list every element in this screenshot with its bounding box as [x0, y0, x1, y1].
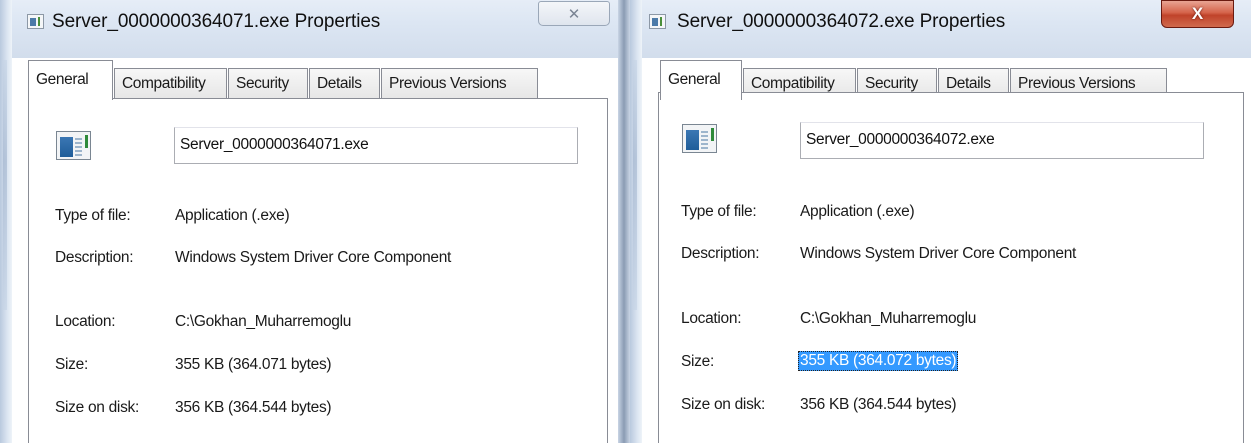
- description-label: Description:: [55, 249, 134, 266]
- application-exe-icon: [682, 124, 717, 153]
- type-of-file-label: Type of file:: [55, 207, 131, 224]
- size-label: Size:: [681, 353, 714, 370]
- size-on-disk-value[interactable]: 356 KB (364.544 bytes): [175, 399, 332, 417]
- separator: [55, 436, 575, 437]
- file-name-field[interactable]: Server_0000000364072.exe: [800, 122, 1204, 159]
- type-of-file-label: Type of file:: [681, 203, 757, 220]
- close-icon: X: [1191, 4, 1204, 23]
- location-label: Location:: [681, 310, 742, 327]
- tab-details[interactable]: Details: [309, 68, 380, 99]
- tab-general[interactable]: General: [660, 60, 742, 100]
- application-icon: [649, 14, 666, 29]
- tab-general[interactable]: General: [28, 60, 113, 100]
- separator: [680, 285, 1202, 286]
- window-frame-edge: [630, 0, 642, 443]
- location-value: C:\Gokhan_Muharremoglu: [175, 313, 352, 330]
- size-value-selected[interactable]: 355 KB (364.072 bytes): [798, 351, 959, 371]
- size-value[interactable]: 355 KB (364.071 bytes): [175, 356, 332, 374]
- type-of-file-value: Application (.exe): [175, 207, 290, 224]
- size-label: Size:: [55, 356, 88, 373]
- window-gap: [618, 0, 630, 443]
- properties-dialog-1: Server_0000000364071.exe Properties ✕ Ge…: [0, 0, 618, 443]
- tab-previous-versions[interactable]: Previous Versions: [381, 68, 538, 99]
- description-value: Windows System Driver Core Component: [175, 249, 452, 266]
- location-value: C:\Gokhan_Muharremoglu: [800, 310, 977, 327]
- window-title: Server_0000000364072.exe Properties: [677, 11, 1006, 32]
- close-button[interactable]: X: [1161, 0, 1234, 28]
- description-label: Description:: [681, 245, 760, 262]
- location-label: Location:: [55, 313, 116, 330]
- description-value: Windows System Driver Core Component: [800, 245, 1077, 262]
- type-of-file-value: Application (.exe): [800, 203, 915, 220]
- title-bar[interactable]: Server_0000000364072.exe Properties X: [630, 0, 1251, 58]
- tab-security[interactable]: Security: [228, 68, 308, 99]
- size-on-disk-label: Size on disk:: [681, 396, 765, 413]
- separator: [680, 434, 1202, 435]
- separator: [55, 183, 575, 184]
- size-on-disk-value[interactable]: 356 KB (364.544 bytes): [800, 396, 957, 414]
- window-frame-edge: [0, 0, 12, 443]
- tab-compatibility[interactable]: Compatibility: [114, 68, 227, 99]
- title-bar[interactable]: Server_0000000364071.exe Properties ✕: [0, 0, 618, 58]
- window-title: Server_0000000364071.exe Properties: [52, 11, 381, 32]
- application-exe-icon: [56, 131, 91, 160]
- size-on-disk-label: Size on disk:: [55, 399, 139, 416]
- separator: [55, 289, 575, 290]
- file-name-field[interactable]: Server_0000000364071.exe: [174, 127, 578, 164]
- close-icon: ✕: [567, 5, 581, 23]
- application-icon: [27, 14, 44, 29]
- separator: [680, 178, 1202, 179]
- close-button[interactable]: ✕: [538, 1, 610, 26]
- properties-dialog-2: Server_0000000364072.exe Properties X Ge…: [630, 0, 1251, 443]
